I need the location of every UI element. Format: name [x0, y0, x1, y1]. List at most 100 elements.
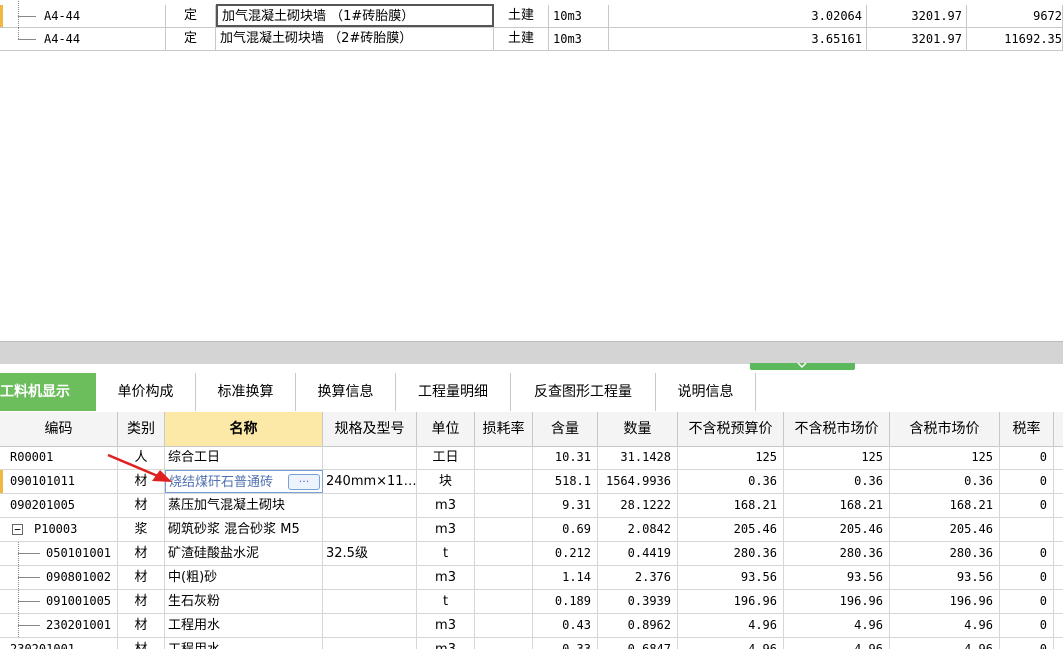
cell-code[interactable]: P10003−: [0, 518, 118, 541]
cell-content[interactable]: 518.1: [533, 470, 598, 493]
cell-loss-rate[interactable]: [475, 470, 533, 493]
cell-unit[interactable]: t: [417, 542, 475, 565]
cell-loss-rate[interactable]: [475, 446, 533, 469]
cell-budget-price[interactable]: 125: [678, 446, 784, 469]
header-tax-rate[interactable]: 税率: [1000, 412, 1054, 446]
quota-major[interactable]: 土建: [494, 28, 549, 50]
cell-tax-rate[interactable]: 0: [1000, 494, 1054, 517]
quota-type[interactable]: 定: [166, 5, 216, 27]
cell-budget-price[interactable]: 4.96: [678, 638, 784, 649]
cell-quantity[interactable]: 2.376: [598, 566, 678, 589]
cell-quantity[interactable]: 0.3939: [598, 590, 678, 613]
quota-code[interactable]: A4-44: [44, 28, 166, 50]
tab-standard-conversion[interactable]: 标准换算: [196, 373, 296, 411]
quota-name[interactable]: 加气混凝土砌块墙 （1#砖胎膜）: [216, 4, 494, 27]
cell-quantity[interactable]: 28.1222: [598, 494, 678, 517]
cell-code[interactable]: R00001: [0, 446, 118, 469]
cell-tax-rate[interactable]: 0: [1000, 446, 1054, 469]
header-market-price[interactable]: 不含税市场价: [784, 412, 890, 446]
tab-reverse-graphic-quantity[interactable]: 反查图形工程量: [511, 373, 656, 411]
cell-spec[interactable]: [323, 614, 417, 637]
cell-spec[interactable]: [323, 494, 417, 517]
table-row[interactable]: 230201001 材 工程用水 m3 0.33 0.6847 4.96 4.96 4.96 0: [0, 638, 1063, 649]
quota-name[interactable]: 加气混凝土砌块墙 （2#砖胎膜）: [216, 28, 494, 50]
cell-tax-rate[interactable]: 0: [1000, 566, 1054, 589]
cell-tax-rate[interactable]: 0: [1000, 590, 1054, 613]
cell-name[interactable]: 综合工日: [165, 446, 323, 469]
cell-code[interactable]: 230201001: [0, 614, 118, 637]
cell-name[interactable]: 工程用水: [165, 638, 323, 649]
cell-type[interactable]: 材: [118, 470, 165, 493]
cell-content[interactable]: 0.43: [533, 614, 598, 637]
cell-content[interactable]: 0.69: [533, 518, 598, 541]
cell-code[interactable]: 091001005: [0, 590, 118, 613]
quota-quantity[interactable]: 3.02064: [609, 5, 867, 27]
cell-market-price[interactable]: 4.96: [784, 614, 890, 637]
cell-budget-price[interactable]: 0.36: [678, 470, 784, 493]
table-row[interactable]: 090201005 材 蒸压加气混凝土砌块 m3 9.31 28.1222 168.21 16…: [0, 494, 1063, 518]
cell-spec[interactable]: [323, 590, 417, 613]
quota-price[interactable]: 3201.97: [867, 28, 967, 50]
splitter-collapse-handle[interactable]: [750, 362, 855, 370]
cell-type[interactable]: 材: [118, 566, 165, 589]
cell-market-price-tax[interactable]: 280.36: [890, 542, 1000, 565]
cell-code[interactable]: 090801002: [0, 566, 118, 589]
cell-type[interactable]: 浆: [118, 518, 165, 541]
table-row[interactable]: R00001 人 综合工日 工日 10.31 31.1428 125 125 125 0: [0, 446, 1063, 470]
cell-budget-price[interactable]: 168.21: [678, 494, 784, 517]
cell-market-price-tax[interactable]: 0.36: [890, 470, 1000, 493]
cell-spec[interactable]: [323, 566, 417, 589]
quota-major[interactable]: 土建: [494, 5, 549, 27]
cell-budget-price[interactable]: 93.56: [678, 566, 784, 589]
collapse-icon[interactable]: −: [12, 524, 23, 535]
cell-content[interactable]: 1.14: [533, 566, 598, 589]
cell-type[interactable]: 材: [118, 494, 165, 517]
cell-market-price-tax[interactable]: 93.56: [890, 566, 1000, 589]
table-row[interactable]: 091001005 材 生石灰粉 t 0.189 0.3939 196.96 196.96 19…: [0, 590, 1063, 614]
cell-tax-rate[interactable]: 0: [1000, 614, 1054, 637]
cell-market-price-tax[interactable]: 4.96: [890, 614, 1000, 637]
quota-total[interactable]: 9672: [967, 5, 1063, 27]
cell-market-price-tax[interactable]: 168.21: [890, 494, 1000, 517]
cell-name[interactable]: 烧结煤矸石普通砖 ···: [165, 470, 323, 493]
cell-market-price[interactable]: 196.96: [784, 590, 890, 613]
header-quantity[interactable]: 数量: [598, 412, 678, 446]
quota-price[interactable]: 3201.97: [867, 5, 967, 27]
cell-type[interactable]: 材: [118, 542, 165, 565]
cell-tax-rate[interactable]: 0: [1000, 542, 1054, 565]
cell-code[interactable]: 050101001: [0, 542, 118, 565]
header-type[interactable]: 类别: [118, 412, 165, 446]
cell-market-price[interactable]: 205.46: [784, 518, 890, 541]
cell-code[interactable]: 230201001: [0, 638, 118, 649]
quota-row[interactable]: A4-44 定 加气混凝土砌块墙 （1#砖胎膜） 土建 10m3 3.02064…: [0, 0, 1063, 28]
cell-content[interactable]: 0.33: [533, 638, 598, 649]
cell-name[interactable]: 工程用水: [165, 614, 323, 637]
cell-market-price-tax[interactable]: 196.96: [890, 590, 1000, 613]
cell-budget-price[interactable]: 4.96: [678, 614, 784, 637]
cell-unit[interactable]: m3: [417, 614, 475, 637]
header-loss-rate[interactable]: 损耗率: [475, 412, 533, 446]
tab-description-info[interactable]: 说明信息: [656, 373, 756, 411]
cell-loss-rate[interactable]: [475, 590, 533, 613]
cell-unit[interactable]: t: [417, 590, 475, 613]
cell-unit[interactable]: m3: [417, 518, 475, 541]
header-content[interactable]: 含量: [533, 412, 598, 446]
quota-code[interactable]: A4-44: [44, 5, 166, 27]
cell-unit[interactable]: m3: [417, 566, 475, 589]
quota-unit[interactable]: 10m3: [549, 5, 609, 27]
cell-loss-rate[interactable]: [475, 542, 533, 565]
cell-quantity[interactable]: 2.0842: [598, 518, 678, 541]
tab-conversion-info[interactable]: 换算信息: [296, 373, 396, 411]
cell-spec[interactable]: 32.5级: [323, 542, 417, 565]
cell-quantity[interactable]: 31.1428: [598, 446, 678, 469]
cell-market-price[interactable]: 93.56: [784, 566, 890, 589]
quota-row[interactable]: A4-44 定 加气混凝土砌块墙 （2#砖胎膜） 土建 10m3 3.65161…: [0, 28, 1063, 51]
cell-market-price[interactable]: 4.96: [784, 638, 890, 649]
cell-market-price[interactable]: 168.21: [784, 494, 890, 517]
cell-loss-rate[interactable]: [475, 566, 533, 589]
cell-budget-price[interactable]: 196.96: [678, 590, 784, 613]
cell-name[interactable]: 砌筑砂浆 混合砂浆 M5: [165, 518, 323, 541]
quota-quantity[interactable]: 3.65161: [609, 28, 867, 50]
quota-type[interactable]: 定: [166, 28, 216, 50]
cell-spec[interactable]: [323, 638, 417, 649]
